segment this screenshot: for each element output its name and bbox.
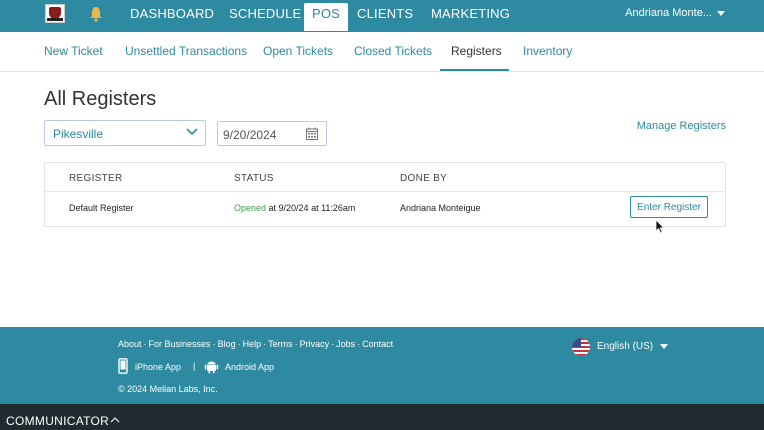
language-label: English (US) [597,341,654,352]
register-done-by: Andriana Monteigue [400,203,481,213]
column-header-done-by: DONE BY [400,173,448,184]
app-separator: | [193,361,196,371]
communicator-bar[interactable]: COMMUNICATOR [0,404,764,430]
brand-logo[interactable] [45,4,65,23]
manage-registers-link[interactable]: Manage Registers [637,120,726,132]
page-title: All Registers [44,88,157,110]
mouse-pointer-icon [655,219,665,234]
footer-separator: · [294,339,298,349]
pos-subnav: New Ticket Unsettled Transactions Open T… [0,32,764,72]
nav-clients[interactable]: CLIENTS [357,0,413,28]
footer-link-help[interactable]: Help [243,339,262,349]
footer-link-jobs[interactable]: Jobs [336,339,355,349]
column-header-status: STATUS [234,173,274,184]
footer-links: About · For Businesses · Blog · Help · Terms · Pri… [118,339,393,349]
chevron-down-icon [186,128,198,136]
nav-pos[interactable]: POS [304,3,349,31]
footer-link-for-businesses[interactable]: For Businesses [149,339,211,349]
footer-link-contact[interactable]: Contact [362,339,393,349]
date-picker-input[interactable]: 9/20/2024 [217,121,327,146]
iphone-app-link[interactable]: iPhone App [135,362,181,372]
tab-registers[interactable]: Registers [451,44,502,58]
footer-link-privacy[interactable]: Privacy [300,339,330,349]
nav-dashboard[interactable]: DASHBOARD [130,0,214,28]
copyright: © 2024 Melian Labs, Inc. [118,384,218,394]
table-divider [45,191,725,192]
top-nav: DASHBOARD SCHEDULE POS CLIENTS MARKETING… [0,0,764,32]
register-status: Opened at 9/20/24 at 11:26am [234,203,355,213]
iphone-icon[interactable] [118,358,128,374]
footer-separator: · [143,339,147,349]
user-menu[interactable]: Andriana Monte... [625,0,712,26]
enter-register-button[interactable]: Enter Register [630,196,708,218]
status-detail: at 9/20/24 at 11:26am [266,203,356,213]
register-name: Default Register [69,203,134,213]
language-caret-icon [660,344,668,349]
android-app-link[interactable]: Android App [225,362,274,372]
location-select[interactable]: Pikesville [44,120,206,146]
footer-link-blog[interactable]: Blog [218,339,236,349]
active-tab-underline [440,69,509,71]
logo-bar [47,18,63,21]
nav-schedule[interactable]: SCHEDULE [229,0,301,28]
chevron-up-icon[interactable] [110,416,120,424]
tab-unsettled-transactions[interactable]: Unsettled Transactions [125,44,247,58]
bell-icon[interactable] [89,6,103,22]
location-select-value: Pikesville [53,127,104,141]
column-header-register: REGISTER [69,173,123,184]
footer: About · For Businesses · Blog · Help · Terms · Pri… [0,327,764,404]
nav-marketing[interactable]: MARKETING [431,0,510,28]
footer-link-terms[interactable]: Terms [268,339,293,349]
android-icon[interactable] [204,358,219,374]
tab-inventory[interactable]: Inventory [523,44,572,58]
tab-open-tickets[interactable]: Open Tickets [263,44,333,58]
footer-separator: · [212,339,216,349]
tab-closed-tickets[interactable]: Closed Tickets [354,44,432,58]
date-value: 9/20/2024 [223,128,277,142]
user-menu-caret-icon[interactable] [717,11,725,16]
status-opened-label: Opened [234,203,267,213]
footer-link-about[interactable]: About [118,339,142,349]
tab-new-ticket[interactable]: New Ticket [44,44,103,58]
communicator-label: COMMUNICATOR [6,414,110,428]
footer-separator: · [237,339,241,349]
us-flag-icon [572,338,590,356]
registers-table: REGISTER STATUS DONE BY Default Register… [44,162,726,227]
calendar-icon[interactable] [306,127,318,140]
